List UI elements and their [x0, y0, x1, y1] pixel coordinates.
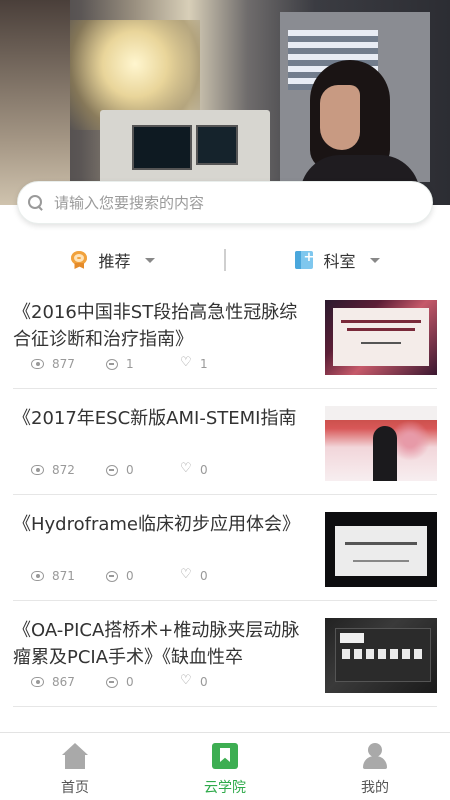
nav-home[interactable]: 首页 — [0, 733, 150, 800]
article-title: 《Hydroframe临床初步应用体会》 — [13, 514, 301, 535]
nav-label: 我的 — [361, 780, 389, 796]
article-item[interactable]: 《2016中国非ST段抬高急性冠脉综合征诊断和治疗指南》 877 1 1 — [13, 283, 437, 389]
heart-icon — [180, 355, 192, 370]
nav-profile[interactable]: 我的 — [300, 733, 450, 800]
heart-icon — [180, 567, 192, 582]
home-icon — [62, 743, 88, 769]
article-thumbnail[interactable] — [325, 512, 437, 587]
comment-icon — [106, 676, 118, 688]
comment-count: 0 — [126, 569, 134, 583]
like-count: 0 — [200, 463, 208, 477]
caret-down-icon — [369, 257, 380, 263]
user-icon — [362, 743, 388, 769]
search-input[interactable] — [54, 193, 394, 212]
hero-monitor — [132, 125, 192, 170]
article-stats: 872 0 0 — [31, 461, 256, 477]
comment-icon — [106, 464, 118, 476]
medal-icon — [70, 251, 88, 269]
comment-icon — [106, 358, 118, 370]
hero-monitor — [196, 125, 238, 165]
like-count: 0 — [200, 569, 208, 583]
eye-icon — [31, 465, 44, 475]
hero-banner-image[interactable] — [0, 0, 450, 205]
article-item[interactable]: 《Hydroframe临床初步应用体会》 871 0 0 — [13, 495, 437, 601]
eye-icon — [31, 571, 44, 581]
hero-wall — [0, 0, 70, 205]
filter-label: 推荐 — [98, 252, 131, 271]
view-count: 872 — [52, 463, 75, 477]
view-count: 877 — [52, 357, 75, 371]
heart-icon — [180, 673, 192, 688]
comment-count: 1 — [126, 357, 134, 371]
article-thumbnail[interactable] — [325, 300, 437, 375]
eye-icon — [31, 359, 44, 369]
article-item[interactable]: 《2017年ESC新版AMI-STEMI指南 872 0 0 — [13, 389, 437, 495]
department-icon — [295, 250, 314, 269]
article-thumbnail[interactable] — [325, 406, 437, 481]
comment-icon — [106, 570, 118, 582]
article-title: 《OA-PICA搭桥术+椎动脉夹层动脉瘤累及PCIA手术》《缺血性卒 — [13, 620, 300, 668]
eye-icon — [31, 677, 44, 687]
caret-down-icon — [144, 257, 155, 263]
like-count: 0 — [200, 675, 208, 689]
heart-icon — [180, 461, 192, 476]
article-title: 《2017年ESC新版AMI-STEMI指南 — [13, 408, 297, 429]
filter-department-dropdown[interactable]: 科室 — [225, 248, 450, 272]
article-stats: 877 1 1 — [31, 355, 256, 371]
filter-label: 科室 — [323, 252, 356, 271]
article-stats: 871 0 0 — [31, 567, 256, 583]
nav-label: 云学院 — [204, 780, 246, 796]
article-title: 《2016中国非ST段抬高急性冠脉综合征诊断和治疗指南》 — [13, 302, 298, 350]
comment-count: 0 — [126, 463, 134, 477]
search-icon — [28, 194, 44, 211]
book-icon — [212, 743, 238, 769]
view-count: 871 — [52, 569, 75, 583]
filter-recommend-dropdown[interactable]: 推荐 — [0, 248, 225, 272]
view-count: 867 — [52, 675, 75, 689]
search-bar[interactable] — [17, 181, 433, 224]
like-count: 1 — [200, 357, 208, 371]
article-stats: 867 0 0 — [31, 673, 256, 689]
bottom-nav: 首页 云学院 我的 — [0, 732, 450, 800]
comment-count: 0 — [126, 675, 134, 689]
article-thumbnail[interactable] — [325, 618, 437, 693]
article-item[interactable]: 《OA-PICA搭桥术+椎动脉夹层动脉瘤累及PCIA手术》《缺血性卒 867 0… — [13, 601, 437, 707]
filter-divider — [224, 249, 226, 271]
article-list: 《2016中国非ST段抬高急性冠脉综合征诊断和治疗指南》 877 1 1 《20… — [0, 283, 450, 707]
nav-label: 首页 — [61, 780, 89, 796]
nav-cloud-academy[interactable]: 云学院 — [150, 733, 300, 800]
filter-bar: 推荐 科室 — [0, 240, 450, 280]
